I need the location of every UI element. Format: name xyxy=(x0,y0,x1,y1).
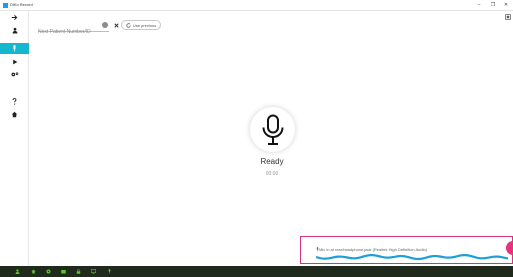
close-icon xyxy=(114,22,119,28)
use-previous-button[interactable]: Use previous xyxy=(121,20,161,30)
close-button[interactable]: ✕ xyxy=(500,1,512,10)
monitor-taskbar-icon[interactable] xyxy=(91,269,96,274)
audio-waveform xyxy=(316,253,508,261)
patient-id-field xyxy=(38,20,109,38)
expand-icon[interactable] xyxy=(505,14,511,20)
sidebar-item-play[interactable] xyxy=(0,56,29,67)
sidebar-item-help[interactable] xyxy=(0,96,29,107)
play-icon xyxy=(12,59,17,64)
app-title: DiKo Record xyxy=(10,2,33,7)
use-previous-label: Use previous xyxy=(132,22,157,28)
gears-icon xyxy=(10,72,18,77)
folder-taskbar-icon[interactable] xyxy=(61,269,66,274)
title-bar: DiKo Record – ❐ ✕ xyxy=(0,0,513,11)
arrow-right-icon xyxy=(11,15,18,20)
sidebar-item-microphone[interactable] xyxy=(0,43,29,54)
user-taskbar-icon[interactable] xyxy=(15,269,20,274)
audio-device-label: Mic in at rear/headphone jack (Realtek H… xyxy=(319,247,428,252)
refresh-icon xyxy=(126,22,131,28)
home-taskbar-icon[interactable] xyxy=(31,269,36,274)
microphone-icon xyxy=(262,114,283,145)
home-icon xyxy=(11,111,18,118)
audio-input-panel: Mic in at rear/headphone jack (Realtek H… xyxy=(300,236,513,264)
recording-timer: 00:00 xyxy=(265,171,279,177)
minimize-button[interactable]: – xyxy=(473,1,485,10)
taskbar xyxy=(0,266,513,277)
question-icon xyxy=(12,98,17,105)
microphone-taskbar-icon[interactable] xyxy=(107,269,112,274)
patient-id-input[interactable] xyxy=(38,26,100,38)
settings-taskbar-icon[interactable] xyxy=(46,269,51,274)
app-window: DiKo Record – ❐ ✕ Next Patient Number/ID… xyxy=(0,0,513,277)
microphone-icon xyxy=(13,45,16,52)
sidebar-item-user[interactable] xyxy=(0,25,29,36)
sidebar-item-settings[interactable] xyxy=(0,69,29,80)
maximize-button[interactable]: ❐ xyxy=(487,1,499,10)
record-microphone-button[interactable] xyxy=(250,107,295,152)
app-logo-icon xyxy=(3,3,8,8)
sidebar xyxy=(0,11,29,266)
info-icon[interactable] xyxy=(102,22,108,28)
lock-taskbar-icon[interactable] xyxy=(76,269,81,274)
sidebar-item-home[interactable] xyxy=(0,109,29,120)
clear-patient-button[interactable] xyxy=(113,21,120,29)
record-button[interactable] xyxy=(506,241,513,255)
user-icon xyxy=(12,27,17,34)
sidebar-item-logout[interactable] xyxy=(0,12,29,23)
recorder-status: Ready xyxy=(260,157,284,166)
